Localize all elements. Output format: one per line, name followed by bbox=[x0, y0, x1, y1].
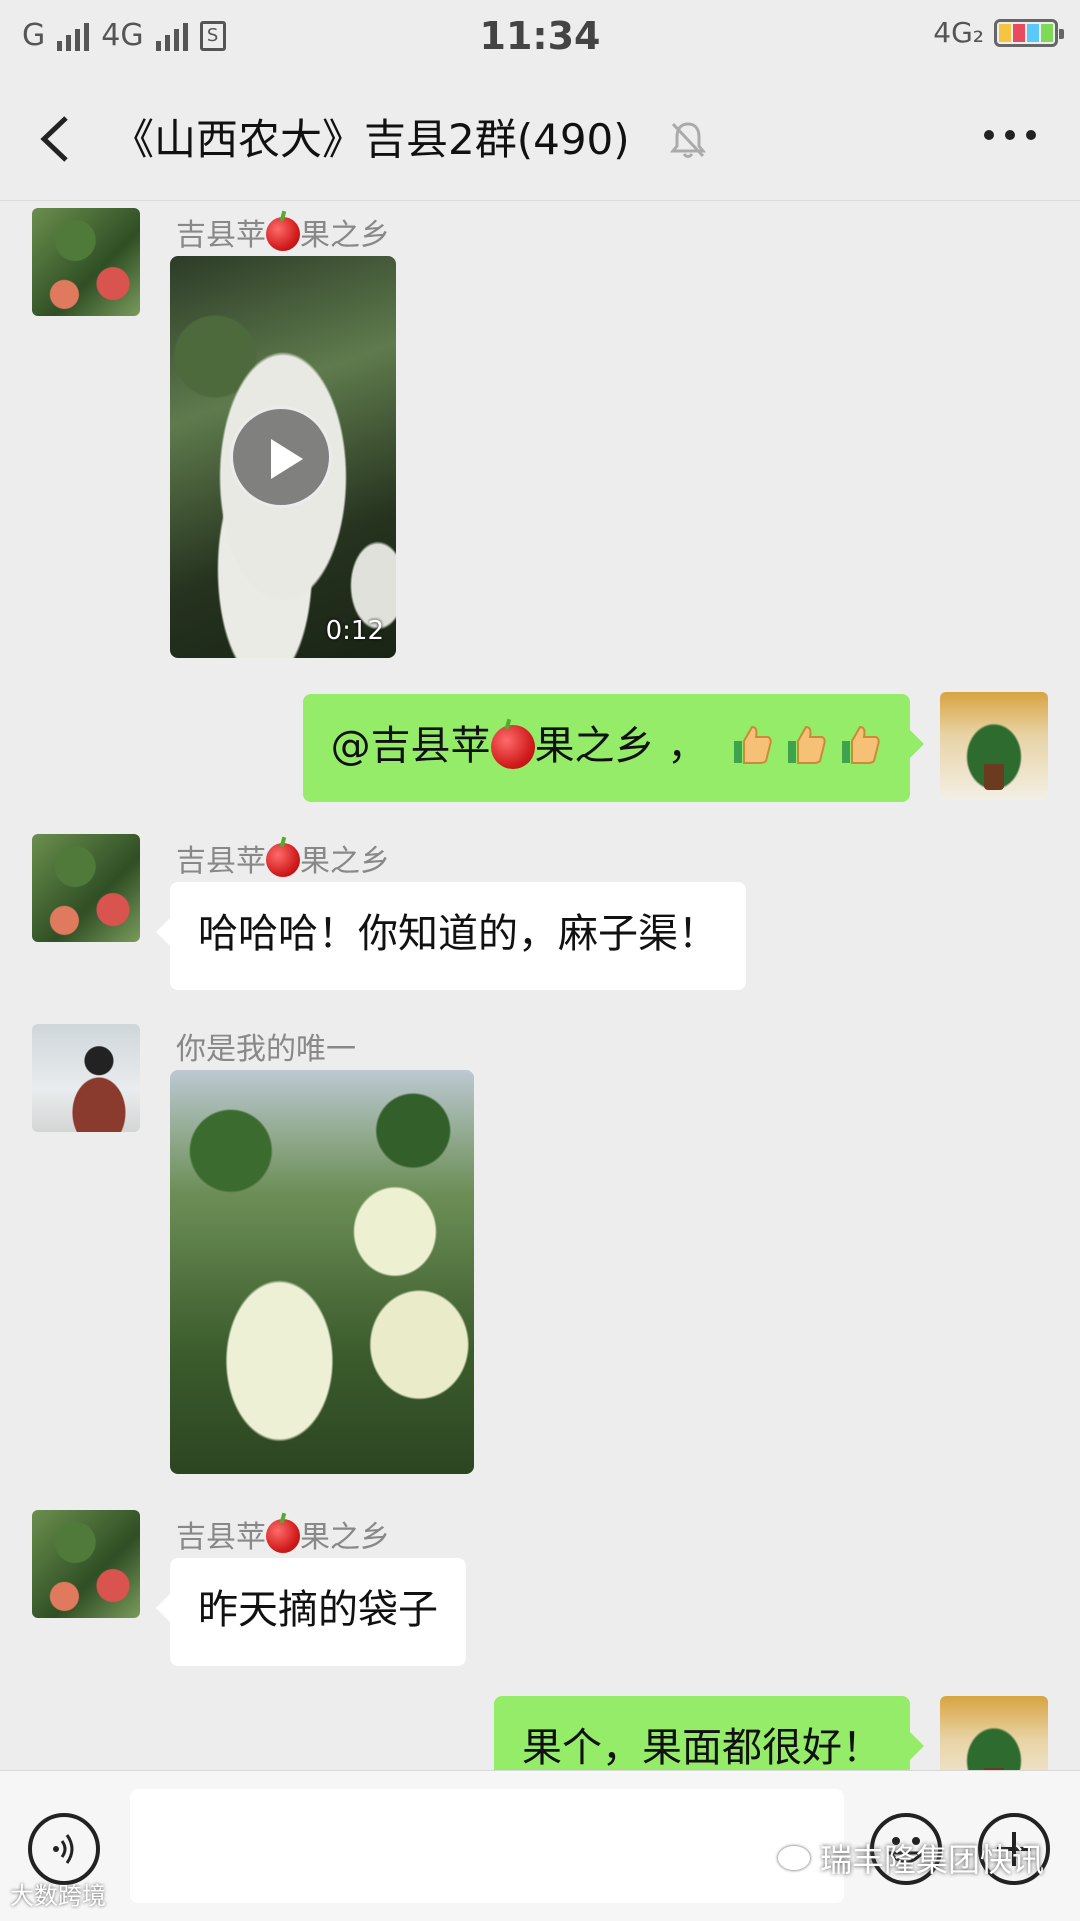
avatar[interactable] bbox=[32, 1024, 140, 1132]
voice-input-button[interactable] bbox=[28, 1813, 100, 1885]
avatar[interactable] bbox=[940, 692, 1048, 800]
more-dots-icon[interactable] bbox=[984, 130, 1036, 144]
apple-emoji-icon bbox=[266, 217, 300, 251]
message-bubble[interactable]: 哈哈哈！你知道的，麻子渠！ bbox=[156, 882, 746, 990]
message-input[interactable] bbox=[130, 1789, 844, 1903]
message-incoming: 吉县苹 果之乡 哈哈哈！你知道的，麻子渠！ bbox=[0, 828, 1080, 1008]
watermark-left-text: 大数跨境 bbox=[10, 1882, 106, 1910]
sender-name: 吉县苹 果之乡 bbox=[176, 210, 390, 254]
mention-suffix: 果之乡 ， bbox=[534, 723, 708, 769]
sender-name: 你是我的唯一 bbox=[176, 1032, 356, 1067]
battery-segment bbox=[1041, 23, 1053, 42]
battery-segment bbox=[1027, 23, 1039, 42]
apple-emoji-icon bbox=[266, 843, 300, 877]
thumbs-up-icon bbox=[842, 725, 880, 764]
message-text: 哈哈哈！你知道的，麻子渠！ bbox=[198, 911, 718, 957]
sender-name-suffix: 果之乡 bbox=[300, 844, 390, 879]
avatar[interactable] bbox=[32, 208, 140, 316]
sender-name: 吉县苹 果之乡 bbox=[176, 836, 390, 880]
sender-name: 吉县苹 果之乡 bbox=[176, 1512, 390, 1556]
voice-icon bbox=[53, 1834, 74, 1864]
chat-title: 《山西农大》吉县2群(490) bbox=[112, 115, 630, 164]
play-icon[interactable] bbox=[230, 406, 332, 508]
message-image: 你是我的唯一 bbox=[0, 1018, 1080, 1488]
sender-name-prefix: 吉县苹 bbox=[176, 1520, 266, 1555]
message-bubble[interactable]: 果个，果面都很好！ bbox=[494, 1696, 924, 1770]
input-bar: 大数跨境 瑞丰隆集团快讯 bbox=[0, 1770, 1080, 1921]
network-label: 4G₂ bbox=[933, 16, 984, 49]
battery-segment bbox=[999, 23, 1011, 42]
status-right: 4G₂ bbox=[933, 16, 1064, 49]
battery-icon bbox=[994, 18, 1064, 47]
message-incoming: 吉县苹 果之乡 昨天摘的袋子 bbox=[0, 1506, 1080, 1686]
video-thumbnail[interactable]: 0:12 bbox=[170, 256, 396, 658]
watermark-left: 大数跨境 bbox=[10, 1876, 106, 1911]
sender-name-suffix: 果之乡 bbox=[300, 1520, 390, 1555]
video-duration: 0:12 bbox=[325, 616, 384, 646]
message-text: 果个，果面都很好！ bbox=[522, 1725, 882, 1770]
bell-muted-icon bbox=[670, 122, 706, 158]
mention-prefix: @吉县苹 bbox=[330, 723, 491, 769]
avatar[interactable] bbox=[32, 1510, 140, 1618]
battery-segment bbox=[1013, 23, 1025, 42]
thumbs-up-icon bbox=[788, 725, 826, 764]
message-bubble[interactable]: 昨天摘的袋子 bbox=[156, 1558, 466, 1666]
watermark-right-text: 瑞丰隆集团快讯 bbox=[819, 1841, 1044, 1879]
chat-header: 《山西农大》吉县2群(490) bbox=[0, 76, 1080, 201]
apple-emoji-icon bbox=[266, 1519, 300, 1553]
watermark-right: 瑞丰隆集团快讯 bbox=[777, 1835, 1044, 1881]
message-bubble[interactable]: @吉县苹 果之乡 ， bbox=[302, 694, 925, 802]
avatar[interactable] bbox=[32, 834, 140, 942]
message-outgoing: @吉县苹 果之乡 ， bbox=[0, 690, 1080, 810]
status-time: 11:34 bbox=[479, 14, 601, 58]
sender-name-prefix: 吉县苹 bbox=[176, 844, 266, 879]
sender-name-suffix: 果之乡 bbox=[300, 218, 390, 253]
apple-emoji-icon bbox=[490, 725, 535, 769]
chevron-left-icon[interactable] bbox=[36, 114, 76, 164]
avatar[interactable] bbox=[940, 1696, 1048, 1770]
wechat-logo-icon bbox=[777, 1846, 810, 1870]
message-video: 吉县苹 果之乡 0:12 bbox=[0, 200, 1080, 660]
message-outgoing: 果个，果面都很好！ bbox=[0, 1696, 1080, 1770]
thumbs-up-icon bbox=[734, 725, 772, 764]
message-text: 昨天摘的袋子 bbox=[198, 1587, 438, 1633]
sender-name-prefix: 吉县苹 bbox=[176, 218, 266, 253]
status-bar: G 4G S 11:34 4G₂ bbox=[0, 0, 1080, 76]
chat-message-list[interactable]: 吉县苹 果之乡 0:12 @吉县苹 果之乡 ， 吉县苹 果之乡 哈哈哈！你知道的，麻子… bbox=[0, 200, 1080, 1770]
photo-thumbnail[interactable] bbox=[170, 1070, 474, 1474]
